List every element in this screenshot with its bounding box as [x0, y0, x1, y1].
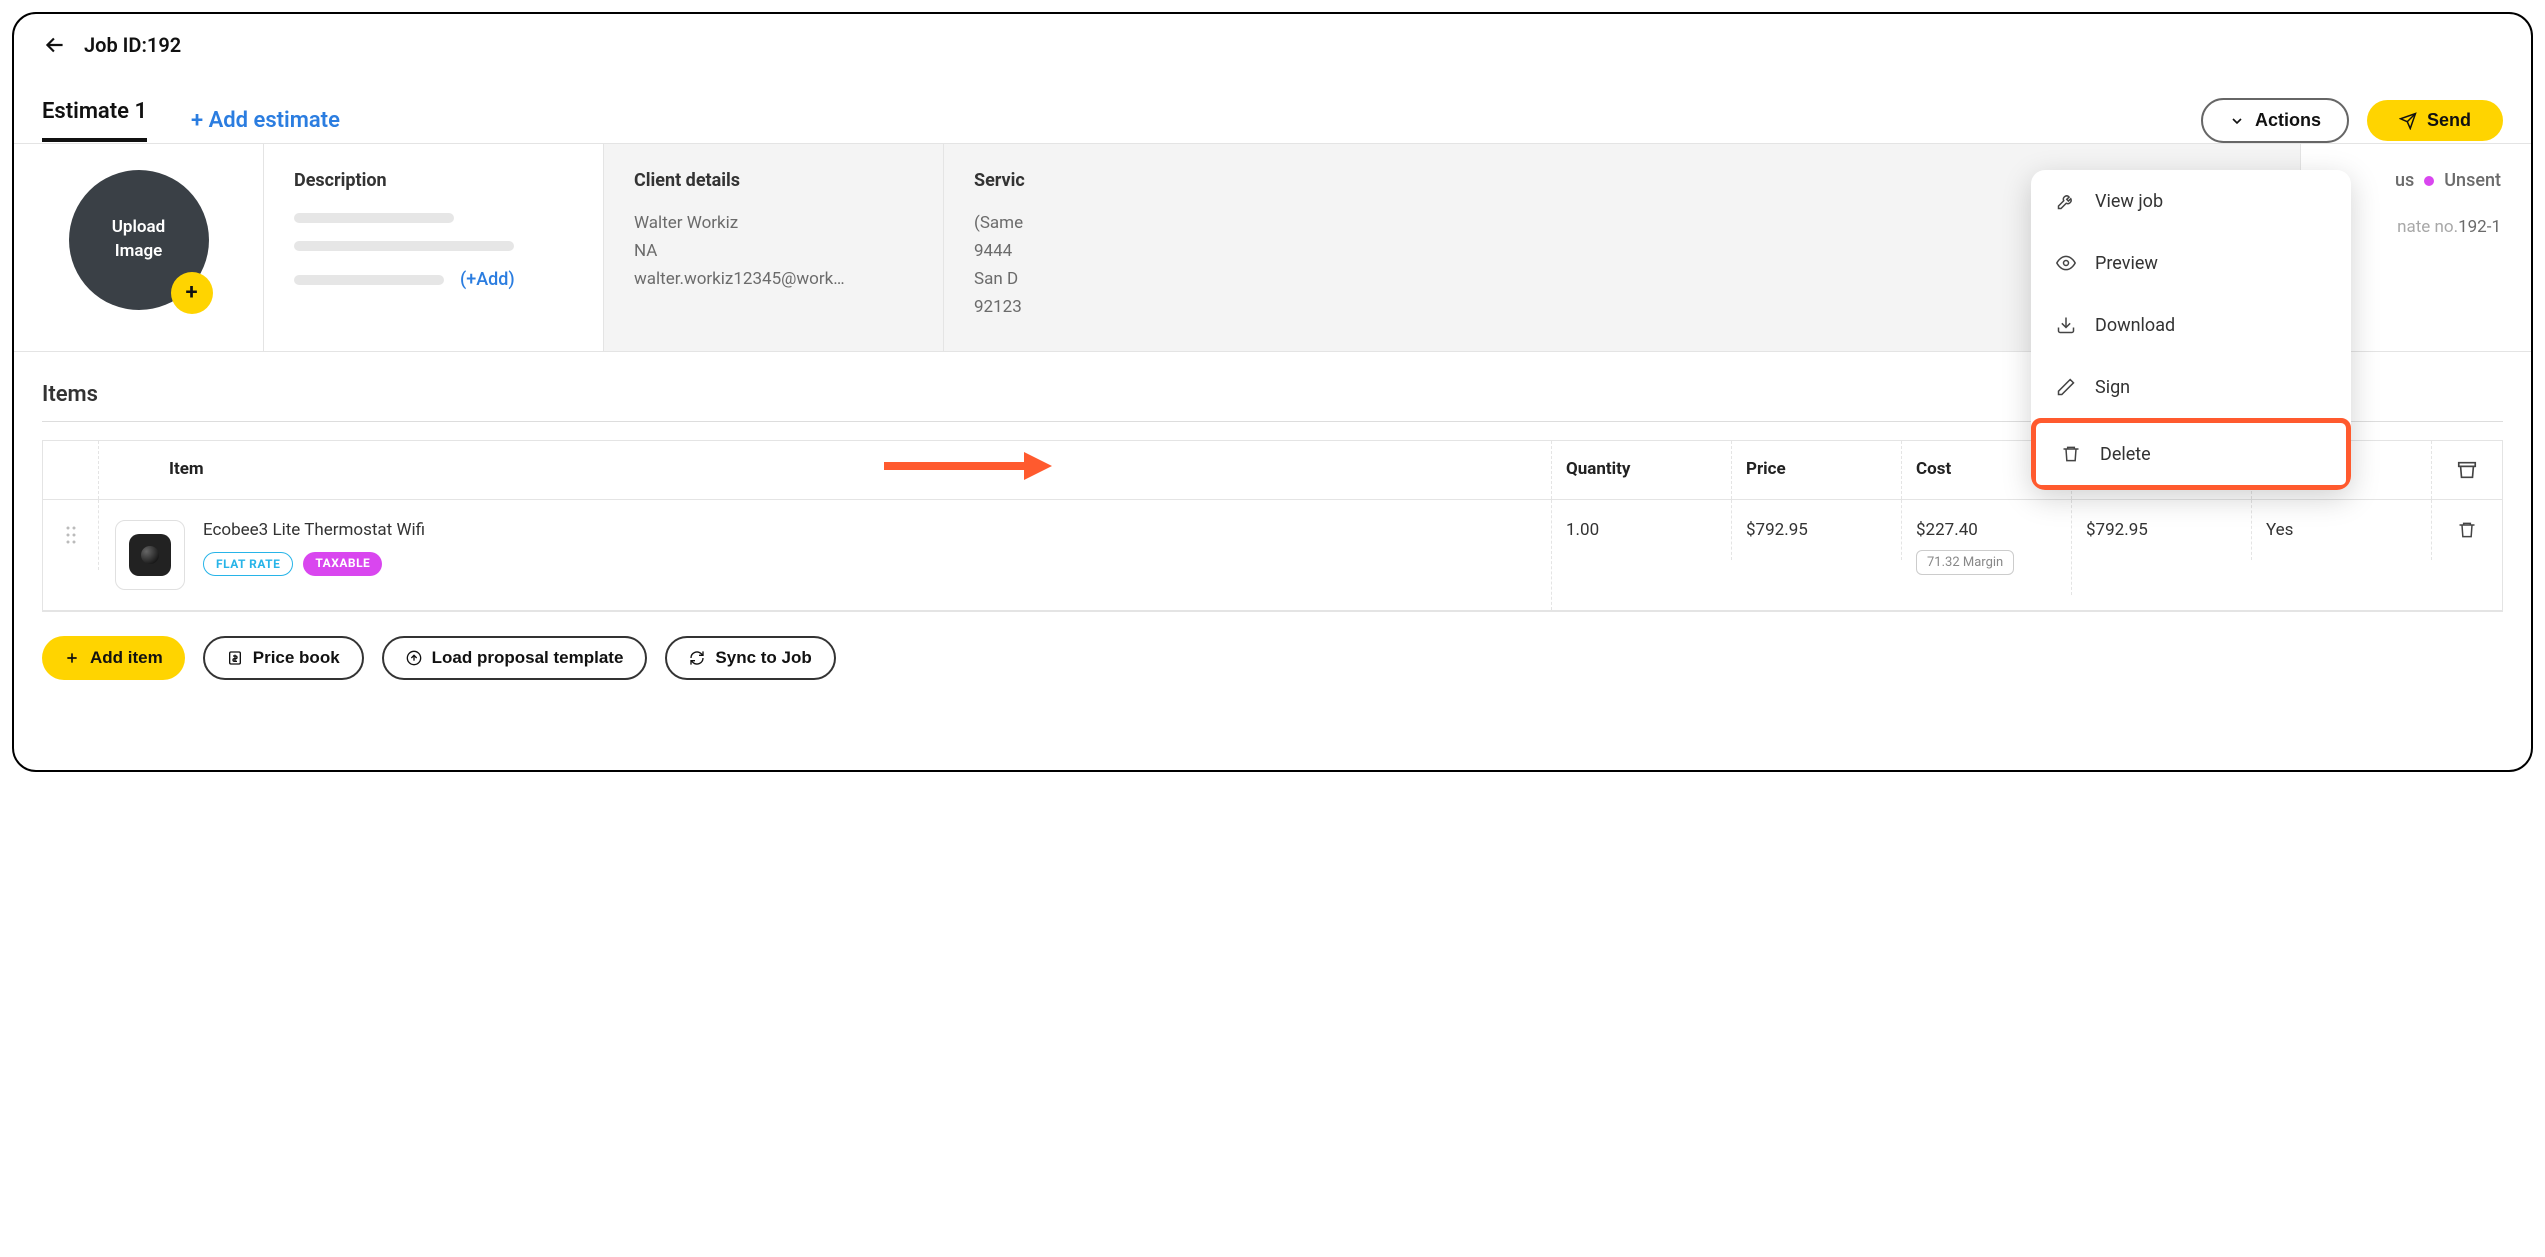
load-proposal-template-button[interactable]: Load proposal template	[382, 636, 648, 680]
actions-dropdown: View job Preview Download Sign Delete	[2031, 170, 2351, 490]
th-drag	[43, 441, 99, 499]
send-button[interactable]: Send	[2367, 100, 2503, 141]
header-bar: Job ID:192	[14, 14, 2531, 68]
chevron-down-icon	[2229, 113, 2245, 129]
td-delete	[2432, 500, 2502, 560]
add-description-link[interactable]: (+Add)	[460, 269, 515, 290]
bottom-actions: Add item Price book Load proposal templa…	[14, 612, 2531, 710]
tab-row: Estimate 1 + Add estimate Actions Send	[14, 68, 2531, 143]
dropdown-label-sign: Sign	[2095, 377, 2130, 398]
client-email: walter.workiz12345@work…	[634, 269, 913, 289]
dropdown-item-view-job[interactable]: View job	[2031, 170, 2351, 232]
td-price[interactable]: $792.95	[1732, 500, 1902, 560]
status-row: us Unsent	[2331, 170, 2501, 191]
upload-image-button[interactable]: Upload Image +	[69, 170, 209, 310]
description-title: Description	[294, 170, 573, 191]
actions-button-label: Actions	[2255, 110, 2321, 131]
description-panel: Description (+Add)	[264, 144, 604, 351]
sync-label: Sync to Job	[715, 648, 811, 668]
plus-badge-icon: +	[171, 272, 213, 314]
wrench-icon	[2055, 190, 2077, 212]
estimate-number: nate no.192-1	[2331, 217, 2501, 237]
job-id-label: Job ID:192	[84, 33, 181, 57]
eye-icon	[2055, 252, 2077, 274]
load-tpl-label: Load proposal template	[432, 648, 624, 668]
th-archive	[2432, 441, 2502, 499]
drag-handle-icon[interactable]	[43, 500, 99, 570]
upload-panel: Upload Image +	[14, 144, 264, 351]
pencil-icon	[2055, 376, 2077, 398]
skeleton-line	[294, 275, 444, 285]
back-arrow-icon[interactable]	[42, 32, 68, 58]
client-title: Client details	[634, 170, 913, 191]
download-icon	[2055, 314, 2077, 336]
dropdown-label-view: View job	[2095, 191, 2163, 212]
add-item-button[interactable]: Add item	[42, 636, 185, 680]
price-book-label: Price book	[253, 648, 340, 668]
annotation-arrow-icon	[884, 446, 1054, 486]
tabs: Estimate 1 + Add estimate	[42, 99, 340, 142]
cost-value: $227.40	[1916, 520, 2057, 540]
flat-rate-pill: FLAT RATE	[203, 552, 293, 576]
item-thumbnail	[115, 520, 185, 590]
client-na: NA	[634, 241, 913, 261]
client-name: Walter Workiz	[634, 213, 913, 233]
dropdown-label-delete: Delete	[2100, 444, 2151, 465]
td-item[interactable]: Ecobee3 Lite Thermostat Wifi FLAT RATE T…	[99, 500, 1552, 610]
send-button-label: Send	[2427, 110, 2471, 131]
sync-to-job-button[interactable]: Sync to Job	[665, 636, 835, 680]
taxable-pill: TAXABLE	[303, 552, 382, 576]
item-pills: FLAT RATE TAXABLE	[203, 552, 425, 576]
top-actions: Actions Send	[2201, 98, 2503, 143]
table-row: Ecobee3 Lite Thermostat Wifi FLAT RATE T…	[43, 500, 2502, 611]
estimate-number-label: nate no.	[2397, 217, 2458, 237]
status-dot-icon	[2424, 176, 2434, 186]
client-details-panel: Client details Walter Workiz NA walter.w…	[604, 144, 944, 351]
skeleton-line	[294, 213, 454, 223]
margin-badge: 71.32 Margin	[1916, 550, 2014, 575]
upload-line2: Image	[115, 240, 163, 264]
dropdown-item-delete[interactable]: Delete	[2031, 418, 2351, 490]
estimate-number-value: 192-1	[2458, 217, 2501, 237]
item-name: Ecobee3 Lite Thermostat Wifi	[203, 520, 425, 540]
th-quantity: Quantity	[1552, 441, 1732, 499]
trash-icon[interactable]	[2446, 520, 2488, 540]
td-taxable[interactable]: Yes	[2252, 500, 2432, 560]
actions-button[interactable]: Actions	[2201, 98, 2349, 143]
upload-line1: Upload	[112, 216, 165, 240]
add-item-label: Add item	[90, 648, 163, 668]
td-quantity[interactable]: 1.00	[1552, 500, 1732, 560]
dropdown-label-download: Download	[2095, 315, 2175, 336]
dropdown-item-download[interactable]: Download	[2031, 294, 2351, 356]
th-price: Price	[1732, 441, 1902, 499]
status-value: Unsent	[2444, 170, 2501, 191]
tab-estimate-1[interactable]: Estimate 1	[42, 99, 147, 142]
archive-icon[interactable]	[2432, 459, 2502, 481]
status-label: us	[2395, 170, 2414, 191]
sync-icon	[689, 650, 705, 666]
td-amount: $792.95	[2072, 500, 2252, 560]
price-book-button[interactable]: Price book	[203, 636, 364, 680]
send-icon	[2399, 112, 2417, 130]
th-item: Item	[99, 441, 1552, 499]
upload-icon	[406, 650, 422, 666]
dropdown-item-sign[interactable]: Sign	[2031, 356, 2351, 418]
dropdown-item-preview[interactable]: Preview	[2031, 232, 2351, 294]
td-cost[interactable]: $227.40 71.32 Margin	[1902, 500, 2072, 595]
dollar-icon	[227, 650, 243, 666]
skeleton-line	[294, 241, 514, 251]
plus-icon	[64, 650, 80, 666]
dropdown-label-preview: Preview	[2095, 253, 2158, 274]
trash-icon	[2060, 443, 2082, 465]
app-frame: Job ID:192 Estimate 1 + Add estimate Act…	[12, 12, 2533, 772]
add-estimate-link[interactable]: + Add estimate	[191, 108, 340, 133]
